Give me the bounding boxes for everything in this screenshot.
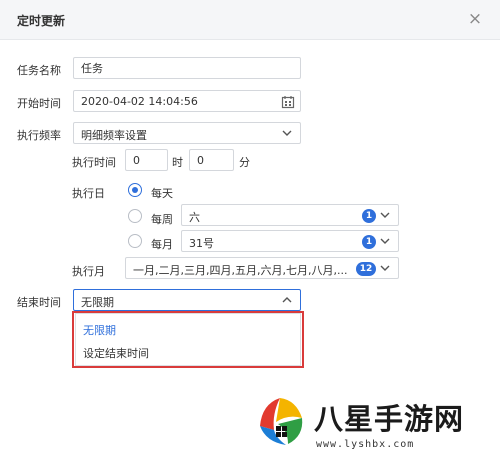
weekly-day-value: 六 xyxy=(189,211,200,224)
radio-monthly[interactable] xyxy=(128,234,142,248)
radio-daily-label: 每天 xyxy=(151,187,173,200)
radio-daily[interactable] xyxy=(128,183,142,197)
monthly-day-value: 31号 xyxy=(189,237,214,250)
exec-day-label: 执行日 xyxy=(72,187,105,200)
calendar-icon[interactable] xyxy=(281,95,295,109)
hour-unit: 时 xyxy=(172,156,183,169)
weekly-day-select[interactable]: 六 1 xyxy=(181,204,399,226)
exec-time-label: 执行时间 xyxy=(72,156,116,169)
month-count-badge: 12 xyxy=(356,262,376,276)
exec-month-select[interactable]: 一月,二月,三月,四月,五月,六月,七月,八月,... 12 xyxy=(125,257,399,279)
frequency-label: 执行频率 xyxy=(17,129,61,142)
chevron-up-icon xyxy=(282,297,292,303)
watermark-text: 八星手游网 xyxy=(314,402,465,436)
weekly-count-badge: 1 xyxy=(362,209,376,223)
task-name-field[interactable] xyxy=(73,57,301,79)
minute-unit: 分 xyxy=(239,156,250,169)
exec-hour-field[interactable] xyxy=(125,149,168,171)
task-name-input[interactable] xyxy=(74,58,300,78)
exec-hour-input[interactable] xyxy=(126,150,167,170)
exec-month-value: 一月,二月,三月,四月,五月,六月,七月,八月,... xyxy=(133,264,348,277)
dialog-title: 定时更新 xyxy=(17,14,66,28)
watermark-url: www.lyshbx.com xyxy=(316,439,415,450)
chevron-down-icon xyxy=(282,130,292,136)
start-time-field[interactable]: 2020-04-02 14:04:56 xyxy=(73,90,301,112)
watermark: 八星手游网 www.lyshbx.com xyxy=(248,390,500,456)
schedule-update-dialog: 定时更新 × 任务名称 开始时间 2020-04-02 14:04:56 执行频… xyxy=(0,0,500,456)
chevron-down-icon xyxy=(380,238,390,244)
end-time-select[interactable]: 无限期 xyxy=(73,289,301,311)
task-name-label: 任务名称 xyxy=(17,64,61,77)
exec-minute-input[interactable] xyxy=(190,150,233,170)
start-time-label: 开始时间 xyxy=(17,97,61,110)
exec-minute-field[interactable] xyxy=(189,149,234,171)
radio-weekly[interactable] xyxy=(128,209,142,223)
frequency-value: 明细频率设置 xyxy=(81,129,147,142)
monthly-day-select[interactable]: 31号 1 xyxy=(181,230,399,252)
highlight-box xyxy=(72,311,304,368)
chevron-down-icon xyxy=(380,212,390,218)
monthly-count-badge: 1 xyxy=(362,235,376,249)
chevron-down-icon xyxy=(380,265,390,271)
exec-month-label: 执行月 xyxy=(72,265,105,278)
start-time-value: 2020-04-02 14:04:56 xyxy=(81,95,198,108)
radio-weekly-label: 每周 xyxy=(151,213,173,226)
end-time-value: 无限期 xyxy=(81,296,114,309)
close-icon[interactable]: × xyxy=(464,8,486,30)
radio-monthly-label: 每月 xyxy=(151,238,173,251)
end-time-label: 结束时间 xyxy=(17,296,61,309)
dialog-header: 定时更新 × xyxy=(0,0,500,40)
watermark-logo-icon xyxy=(260,398,303,445)
frequency-select[interactable]: 明细频率设置 xyxy=(73,122,301,144)
